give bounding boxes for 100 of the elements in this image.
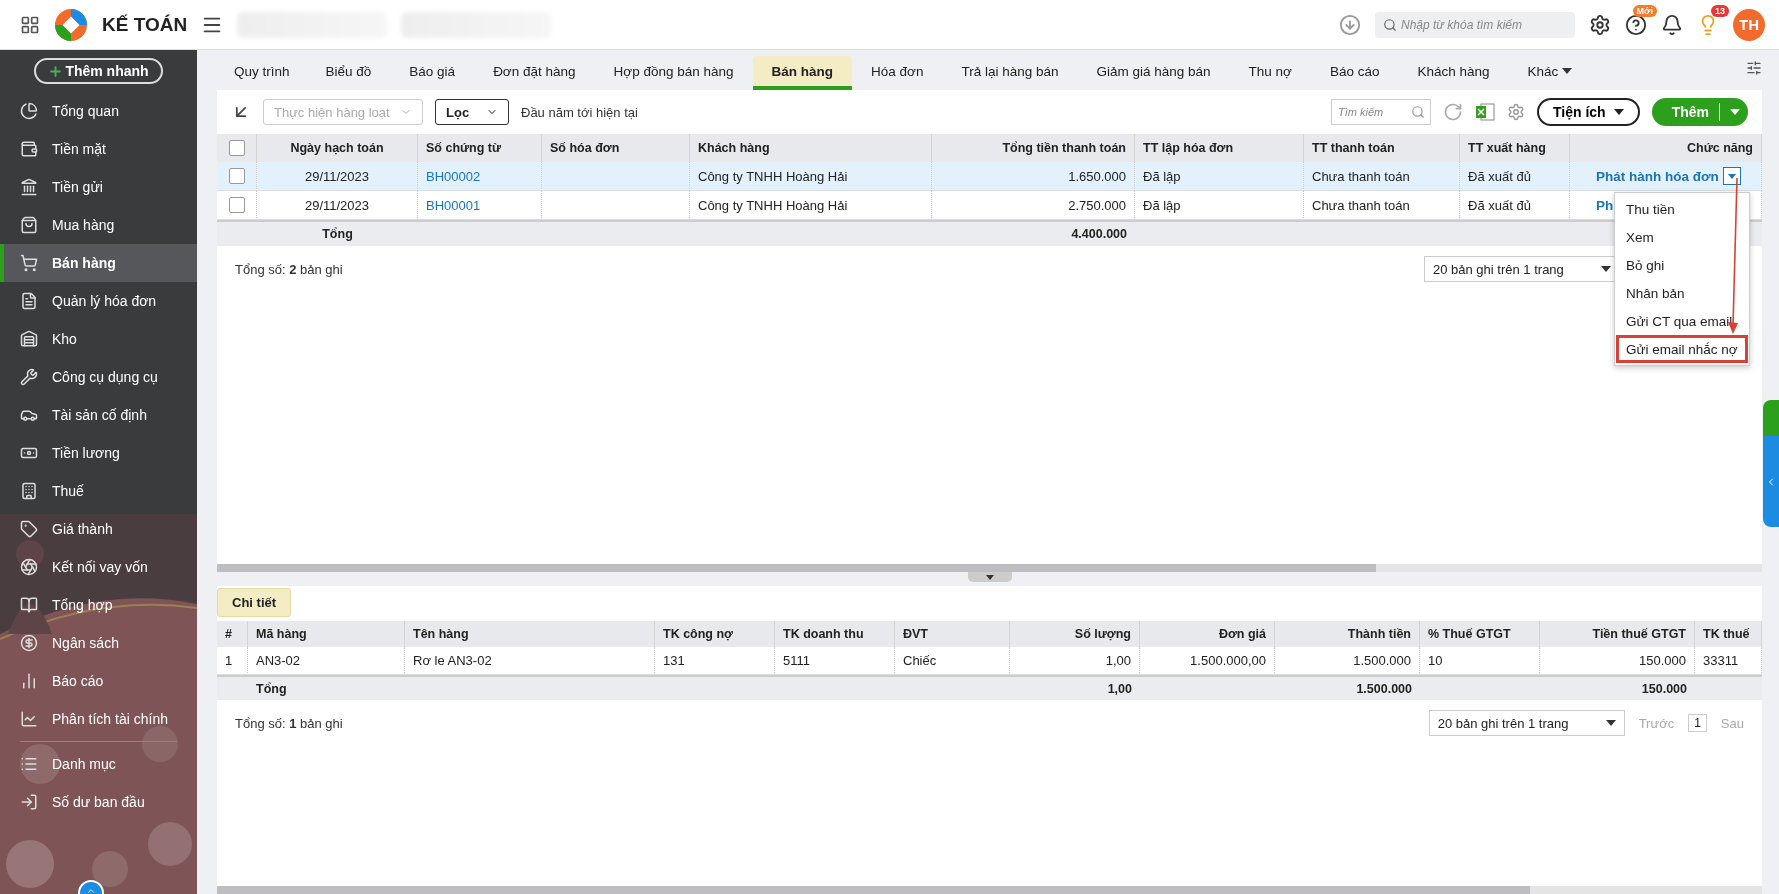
apps-icon[interactable] <box>20 14 40 35</box>
detail-tab[interactable]: Chi tiết <box>217 588 292 617</box>
voucher-link[interactable]: BH00002 <box>418 162 542 191</box>
tab[interactable]: Khách hàng <box>1398 56 1509 90</box>
side-panel-handle[interactable] <box>1763 400 1779 527</box>
sidebar-item[interactable]: Báo cáo <box>0 662 197 700</box>
sidebar-item[interactable]: Phân tích tài chính <box>0 700 197 738</box>
record-count: Tổng số: 2 bản ghi <box>235 261 343 277</box>
column-header: TT xuất hàng <box>1460 134 1570 162</box>
menu-item[interactable]: Nhân bản <box>1616 279 1748 307</box>
sidebar-item[interactable]: Danh mục <box>0 745 197 783</box>
utilities-button[interactable]: Tiện ích <box>1537 98 1640 126</box>
search-field[interactable]: Nhập từ khóa tìm kiếm <box>1375 11 1575 38</box>
voucher-link[interactable]: BH00001 <box>418 191 542 220</box>
sidebar-item[interactable]: Tài sản cố định <box>0 396 197 434</box>
menu-caret-button[interactable] <box>1722 167 1741 185</box>
page-number[interactable]: 1 <box>1688 714 1707 732</box>
table-cell: 10 <box>1420 647 1540 675</box>
sidebar-item[interactable]: Công cụ dụng cụ <box>0 358 197 396</box>
table-cell: 29/11/2023 <box>257 191 418 220</box>
tab[interactable]: Hóa đơn <box>852 56 943 90</box>
sidebar-item[interactable]: Tiền lương <box>0 434 197 472</box>
sidebar-item[interactable]: Thuế <box>0 472 197 510</box>
column-header: Chức năng <box>1570 134 1762 162</box>
search-field[interactable]: Tìm kiếm <box>1331 99 1431 125</box>
refresh-icon[interactable] <box>1443 102 1463 122</box>
checkbox[interactable] <box>228 197 245 213</box>
table-cell: Đã xuất đủ <box>1460 162 1570 191</box>
building-icon <box>20 482 38 500</box>
table-cell: 1.650.000 <box>932 162 1135 191</box>
menu-item[interactable]: Xem <box>1616 223 1748 251</box>
checkbox[interactable] <box>228 140 245 156</box>
page-size-select[interactable]: 20 bản ghi trên 1 trang <box>1428 710 1625 736</box>
table-cell: Chiếc <box>895 647 1010 675</box>
tab[interactable]: Thu nợ <box>1229 56 1311 90</box>
sidebar-item[interactable]: Tổng quan <box>0 92 197 130</box>
table-cell: AN3-02 <box>248 647 405 675</box>
caret-icon <box>1727 173 1736 179</box>
bar-chart-icon <box>20 672 38 690</box>
settings-icon[interactable] <box>1746 60 1762 76</box>
table-cell: Đã xuất đủ <box>1460 191 1570 220</box>
table-cell: 5111 <box>775 647 895 675</box>
column-header: Tổng tiền thanh toán <box>932 134 1135 162</box>
tab[interactable]: Trả lại hàng bán <box>942 56 1078 90</box>
splitter-handle[interactable] <box>967 572 1012 582</box>
horizontal-scrollbar[interactable] <box>217 886 1762 894</box>
sidebar-item[interactable]: Kho <box>0 320 197 358</box>
tab[interactable]: Đơn đặt hàng <box>474 56 595 90</box>
menu-item[interactable]: Gửi CT qua email <box>1616 307 1748 335</box>
sidebar-item[interactable]: Ngân sách <box>0 624 197 662</box>
download-icon[interactable] <box>1339 13 1361 36</box>
plus-icon <box>48 63 64 79</box>
search-icon <box>1383 17 1397 32</box>
column-header: Khách hàng <box>690 134 932 162</box>
table-cell: 29/11/2023 <box>257 162 418 191</box>
help-icon[interactable] <box>1625 13 1647 36</box>
sidebar-item[interactable]: Quản lý hóa đơn <box>0 282 197 320</box>
tab[interactable]: Hợp đồng bán hàng <box>594 56 753 90</box>
column-header: TK doanh thu <box>775 621 895 647</box>
horizontal-scrollbar[interactable] <box>217 564 1762 572</box>
caret-icon <box>1613 109 1624 115</box>
quick-add-button[interactable]: Thêm nhanh <box>34 58 163 84</box>
sidebar-item[interactable]: Tiền mặt <box>0 130 197 168</box>
column-header: Số chứng từ <box>418 134 542 162</box>
tab[interactable]: Báo giá <box>390 56 475 90</box>
sidebar-item[interactable]: Tổng hợp <box>0 586 197 624</box>
table-cell: Rơ le AN3-02 <box>405 647 655 675</box>
table-cell: Đã lập <box>1135 191 1304 220</box>
menu-item[interactable]: Gửi email nhắc nợ <box>1616 335 1748 363</box>
caret-icon <box>985 574 994 580</box>
tab[interactable]: Khác <box>1508 56 1592 90</box>
tab[interactable]: Giảm giá hàng bán <box>1077 56 1230 90</box>
total-label: Tổng <box>248 675 405 700</box>
issue-invoice-link[interactable]: Ph <box>1596 197 1614 213</box>
caret-icon <box>1562 68 1573 74</box>
bank-icon <box>20 178 38 196</box>
tab[interactable]: Báo cáo <box>1310 56 1399 90</box>
tab[interactable]: Quy trình <box>217 56 307 90</box>
tab[interactable]: Biểu đồ <box>306 56 391 90</box>
sidebar-item[interactable]: Tiền gửi <box>0 168 197 206</box>
column-header: Số lượng <box>1010 621 1140 647</box>
sidebar-item[interactable]: Số dư ban đầu <box>0 783 197 821</box>
spreadsheet-icon[interactable] <box>1475 102 1495 122</box>
total-value: 1.500.000 <box>1275 675 1420 700</box>
filter-dropdown[interactable]: Lọc <box>435 99 509 125</box>
sidebar-item[interactable]: Bán hàng <box>0 244 197 282</box>
tab[interactable]: Bán hàng <box>752 56 852 90</box>
column-header: TK công nợ <box>655 621 775 647</box>
settings-icon[interactable] <box>1589 13 1611 36</box>
column-header: % Thuế GTGT <box>1420 621 1540 647</box>
sidebar-item[interactable]: Mua hàng <box>0 206 197 244</box>
sidebar-item[interactable]: Kết nối vay vốn <box>0 548 197 586</box>
total-label: Tổng <box>257 220 418 246</box>
app-name: KẾ TOÁN <box>102 13 188 36</box>
checkbox[interactable] <box>228 168 245 184</box>
sidebar-item[interactable]: Giá thành <box>0 510 197 548</box>
table-cell <box>1695 675 1762 700</box>
bell-icon[interactable] <box>1661 13 1683 36</box>
menu-item[interactable]: Thu tiền <box>1616 195 1748 223</box>
issue-invoice-link[interactable]: Phát hành hóa đơn <box>1596 168 1719 184</box>
